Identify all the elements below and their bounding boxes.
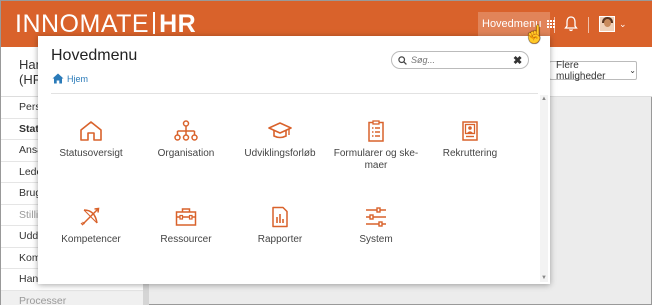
sliders-icon (366, 207, 386, 227)
clear-search-icon[interactable]: ✖ (513, 54, 522, 67)
app-logo[interactable]: INNOMATE HR (15, 10, 196, 39)
breadcrumb[interactable]: Hjem (52, 73, 88, 84)
tile-ressourcer[interactable]: Ressourcer (138, 206, 234, 246)
tile-udviklingsforloeb[interactable]: Udviklingsforløb (232, 120, 328, 160)
notifications-bell-icon[interactable] (564, 16, 578, 32)
tile-label: Statusoversigt (59, 148, 123, 159)
graduation-cap-icon (268, 122, 292, 139)
more-options-button[interactable]: Flere muligheder ⌄ (549, 60, 637, 82)
search-box[interactable]: ✖ (391, 51, 529, 69)
main-menu-panel: Hovedmenu Hjem ✖ ▲ ▼ Statusoversigt (38, 36, 550, 284)
tile-label: Rapporter (257, 234, 303, 245)
chevron-down-icon[interactable]: ⌄ (619, 19, 627, 30)
scrollbar[interactable]: ▲ ▼ (540, 95, 548, 282)
logo-hr-text: HR (159, 10, 197, 38)
user-avatar[interactable] (599, 16, 615, 32)
home-icon (80, 121, 102, 141)
tile-statusoversigt[interactable]: Statusoversigt (43, 120, 139, 160)
tile-label: System (359, 234, 393, 245)
clipboard-list-icon (368, 120, 384, 142)
sidebar-item-processer[interactable]: Processer (1, 290, 143, 305)
topbar-divider (554, 17, 555, 33)
tile-organisation[interactable]: Organisation (138, 120, 234, 160)
panel-title: Hovedmenu (51, 47, 138, 64)
org-chart-icon (174, 120, 198, 141)
tile-label: Rekruttering (442, 148, 498, 159)
hand-cursor-icon: ☝ (524, 25, 546, 44)
tile-label: Kompetencer (61, 234, 121, 245)
scroll-down-icon[interactable]: ▼ (540, 275, 548, 281)
chevron-down-icon: ⌄ (629, 66, 636, 75)
home-icon (52, 73, 64, 84)
report-chart-icon (272, 206, 288, 228)
scroll-up-icon[interactable]: ▲ (540, 96, 548, 102)
divider (51, 93, 538, 94)
logo-divider (153, 12, 156, 34)
id-card-icon (462, 121, 478, 141)
tile-label: Organisation (157, 148, 215, 159)
tile-kompetencer[interactable]: Kompetencer (43, 206, 139, 246)
tile-system[interactable]: System (328, 206, 424, 246)
breadcrumb-home-link[interactable]: Hjem (67, 74, 88, 84)
tile-label: Formularer og ske- maer (333, 148, 419, 171)
search-icon (398, 55, 407, 65)
tile-label: Udviklingsforløb (244, 148, 316, 159)
tile-formularer[interactable]: Formularer og ske- maer (328, 120, 424, 172)
tile-rapporter[interactable]: Rapporter (232, 206, 328, 246)
toolbox-icon (175, 208, 197, 226)
tile-label: Ressourcer (160, 234, 212, 245)
bow-arrow-icon (80, 207, 100, 226)
search-input[interactable] (411, 55, 509, 65)
logo-text: INNOMATE (15, 10, 150, 38)
topbar-divider (588, 17, 589, 33)
tile-rekruttering[interactable]: Rekruttering (422, 120, 518, 160)
